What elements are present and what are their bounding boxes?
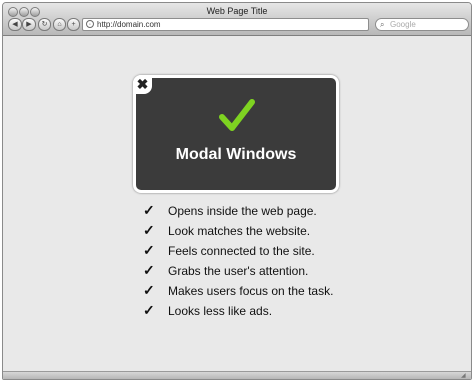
list-item-label: Opens inside the web page. [168, 204, 317, 218]
list-item-label: Grabs the user's attention. [168, 264, 309, 278]
search-icon: ⌕ [380, 20, 385, 29]
window-title: Web Page Title [206, 6, 268, 16]
check-icon: ✓ [143, 222, 155, 238]
check-icon: ✓ [143, 302, 155, 318]
home-button[interactable]: ⌂ [53, 18, 66, 31]
add-bookmark-button[interactable]: + [67, 18, 80, 31]
resize-grip-icon[interactable]: ◢ [461, 373, 469, 379]
modal-title: Modal Windows [175, 146, 297, 163]
browser-window: Web Page Title ◀ ▶ ↻ ⌂ + ◦ http://domain… [2, 2, 472, 380]
list-item-label: Makes users focus on the task. [168, 284, 334, 298]
status-bar: ◢ [3, 371, 471, 379]
check-icon: ✓ [143, 282, 155, 298]
title-bar: Web Page Title ◀ ▶ ↻ ⌂ + ◦ http://domain… [3, 3, 471, 36]
reload-icon: ↻ [41, 21, 48, 28]
forward-button[interactable]: ▶ [22, 18, 36, 31]
forward-arrow-icon: ▶ [26, 21, 32, 28]
home-icon: ⌂ [57, 21, 62, 28]
check-icon: ✓ [143, 262, 155, 278]
check-icon: ✓ [143, 202, 155, 218]
back-arrow-icon: ◀ [12, 21, 18, 28]
address-bar[interactable]: ◦ http://domain.com [82, 18, 369, 31]
checkmark-icon [219, 99, 255, 131]
address-bar-text: http://domain.com [97, 20, 161, 29]
search-field[interactable]: ⌕ Google [375, 18, 469, 31]
list-item-label: Look matches the website. [168, 224, 311, 238]
check-icon: ✓ [143, 242, 155, 258]
search-placeholder: Google [390, 20, 416, 29]
globe-icon: ◦ [86, 20, 94, 28]
close-icon[interactable]: ✖ [133, 75, 152, 94]
list-item-label: Looks less like ads. [168, 304, 273, 318]
page-content: ✖ Modal Windows ✓ Opens inside the web p… [3, 36, 471, 379]
add-bookmark-icon: + [71, 21, 76, 28]
reload-button[interactable]: ↻ [38, 18, 51, 31]
list-item-label: Feels connected to the site. [168, 244, 315, 258]
modal-window: ✖ Modal Windows [133, 75, 339, 193]
back-button[interactable]: ◀ [8, 18, 22, 31]
